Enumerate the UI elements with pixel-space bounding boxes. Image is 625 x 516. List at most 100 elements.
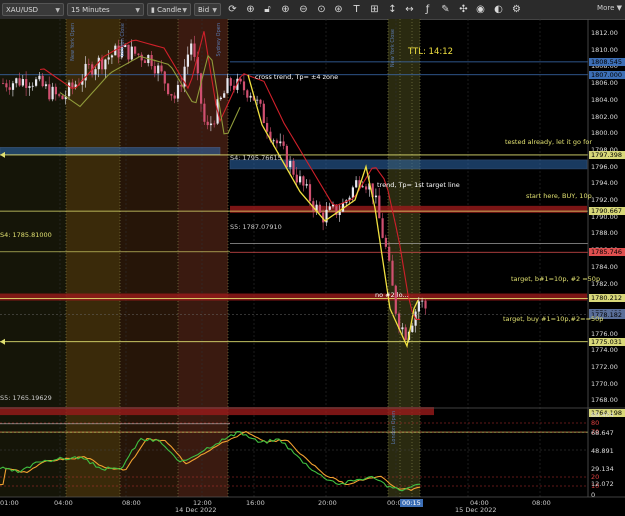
candle-body xyxy=(2,83,5,84)
candle-body xyxy=(411,325,414,333)
candle-body xyxy=(394,285,397,314)
chevron-down-icon: ▼ xyxy=(212,7,217,14)
zoom-out-icon[interactable]: ⊖ xyxy=(297,3,310,16)
candle-body xyxy=(249,95,252,98)
fit-height-icon[interactable]: ↕ xyxy=(386,3,399,16)
session-label: London Close xyxy=(120,23,126,57)
candle-body xyxy=(226,78,229,94)
eye-icon[interactable]: ◉ xyxy=(474,3,487,16)
timeframe-select[interactable]: 15 Minutes ▼ xyxy=(67,3,144,16)
candle-body xyxy=(417,301,420,312)
zone-red-1 xyxy=(230,205,587,213)
zoom-fit-icon[interactable]: ⊙ xyxy=(315,3,328,16)
fit-width-icon[interactable]: ↔ xyxy=(403,3,416,16)
price-tick: 1812.00 xyxy=(591,29,618,37)
chart-type-select[interactable]: ▮ Candle ▼ xyxy=(147,3,191,16)
candle-body xyxy=(282,141,285,146)
candle-body xyxy=(160,65,163,72)
candle-body xyxy=(404,327,407,340)
chart-area[interactable]: 1812.00 1810.00 1808.00 1806.00 1804.00 1802.… xyxy=(0,19,625,516)
tag-1785: 1785.746 xyxy=(589,248,625,257)
lock-icon[interactable]: 🔓︎ xyxy=(261,3,274,16)
price-tick: 1776.00 xyxy=(591,329,618,338)
session-label: Sydney Open xyxy=(216,23,222,57)
zone-blue-right xyxy=(229,159,588,170)
zone-red-2 xyxy=(0,293,587,301)
theme-icon[interactable]: ◐ xyxy=(492,3,505,16)
candle-body xyxy=(134,46,137,54)
candle-body xyxy=(87,63,90,65)
pencil-icon[interactable]: ✎ xyxy=(439,3,452,16)
candle-body xyxy=(242,81,246,91)
time-label: 04:00 xyxy=(54,499,73,507)
chart-canvas[interactable] xyxy=(0,19,625,516)
candle-body xyxy=(388,246,391,261)
price-tick: 1804.00 xyxy=(591,95,618,104)
price-tick: 1810.00 xyxy=(591,45,618,54)
session-band xyxy=(120,19,178,497)
price-tick: 1792.00 xyxy=(591,196,618,204)
candle-body xyxy=(262,103,265,124)
candle-body xyxy=(259,99,262,104)
osc-tick: 0 xyxy=(591,491,596,499)
grid-icon[interactable]: ⊞ xyxy=(368,3,381,16)
candle-body xyxy=(167,83,170,95)
candle-body xyxy=(38,75,41,80)
candle-body xyxy=(219,97,222,100)
cursor-time-tag: 00:15 xyxy=(400,499,423,507)
candle-body xyxy=(424,300,427,309)
candle-body xyxy=(54,86,57,95)
candle-body xyxy=(8,87,11,90)
fibonacci-icon[interactable]: ƒ xyxy=(421,3,434,16)
zoom-in-icon[interactable]: ⊕ xyxy=(279,3,292,16)
candle-body xyxy=(209,123,213,126)
note-s4: S4: 1795.76615 xyxy=(230,154,282,162)
candle-body xyxy=(239,78,242,82)
price-tick: 1794.00 xyxy=(591,179,618,188)
tag-1797: 1797.398 xyxy=(589,150,625,159)
candle-body xyxy=(355,180,358,188)
candle-body xyxy=(374,195,378,198)
candle-body xyxy=(305,184,308,186)
price-tick: 1770.00 xyxy=(591,379,618,388)
settings-icon[interactable]: ⚙ xyxy=(510,3,523,16)
candle-body xyxy=(318,204,321,213)
tag-1807: 1807.000 xyxy=(589,70,625,79)
candle-body xyxy=(206,121,209,126)
tree-icon[interactable]: ✣ xyxy=(457,3,470,16)
candle-body xyxy=(41,75,44,87)
candle-body xyxy=(302,176,305,186)
candle-body xyxy=(328,206,331,210)
crosshair-icon[interactable]: ⊕ xyxy=(244,3,257,16)
candle-body xyxy=(170,94,173,96)
zoom-reset-icon[interactable]: ⊛ xyxy=(332,3,345,16)
price-side-select[interactable]: Bid ▼ xyxy=(194,3,221,16)
candle-body xyxy=(173,95,176,99)
candle-body xyxy=(365,186,368,190)
candle-body xyxy=(223,93,226,98)
candle-body xyxy=(391,260,394,286)
candle-body xyxy=(28,86,31,88)
candle-body xyxy=(378,195,381,219)
price-side-value: Bid xyxy=(198,6,210,14)
symbol-select[interactable]: XAU/USD ▼ xyxy=(2,3,64,16)
candle-body xyxy=(186,54,189,67)
candle-body xyxy=(11,83,15,90)
text-icon[interactable]: T xyxy=(350,3,363,16)
candle-body xyxy=(104,59,107,70)
time-label: 20:00 xyxy=(318,499,337,507)
candle-body xyxy=(190,43,193,55)
refresh-icon[interactable]: ⟳ xyxy=(226,3,239,16)
note-s5-left: S5: 1765.19629 xyxy=(0,394,52,402)
candle-body xyxy=(266,123,269,132)
price-tick: 1806.00 xyxy=(591,79,618,88)
chevron-down-icon: ▼ xyxy=(135,7,140,14)
candle-body xyxy=(127,44,130,60)
candle-body xyxy=(272,140,275,142)
tag-1808: 1808.545 xyxy=(589,57,625,66)
chevron-down-icon: ▼ xyxy=(55,7,60,14)
more-button[interactable]: More ▼ xyxy=(597,4,622,12)
candle-body xyxy=(299,176,302,183)
date-label: 15 Dec 2022 xyxy=(455,506,497,514)
candle-body xyxy=(351,187,354,198)
